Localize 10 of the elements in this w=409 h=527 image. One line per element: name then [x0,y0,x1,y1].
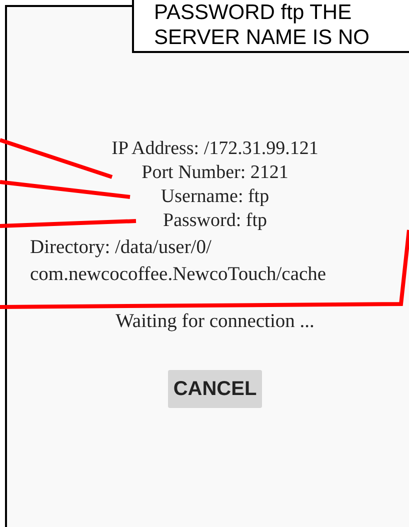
info-text: IP Address: /172.31.99.121 [112,137,318,161]
status-text: Waiting for connection ... [114,310,316,334]
directory-text: com.newcocoffee.NewcoTouch/cache [30,263,328,287]
info-text: Username: ftp [160,185,270,209]
cancel-button[interactable]: CANCEL [168,370,262,408]
callout-text: SERVER NAME IS NO [154,25,370,50]
callout-text: PASSWORD ftp THE [154,0,353,25]
info-text: Password: ftp [163,209,267,233]
info-text: Port Number: 2121 [142,161,288,185]
directory-text: Directory: /data/user/0/ [30,236,212,260]
